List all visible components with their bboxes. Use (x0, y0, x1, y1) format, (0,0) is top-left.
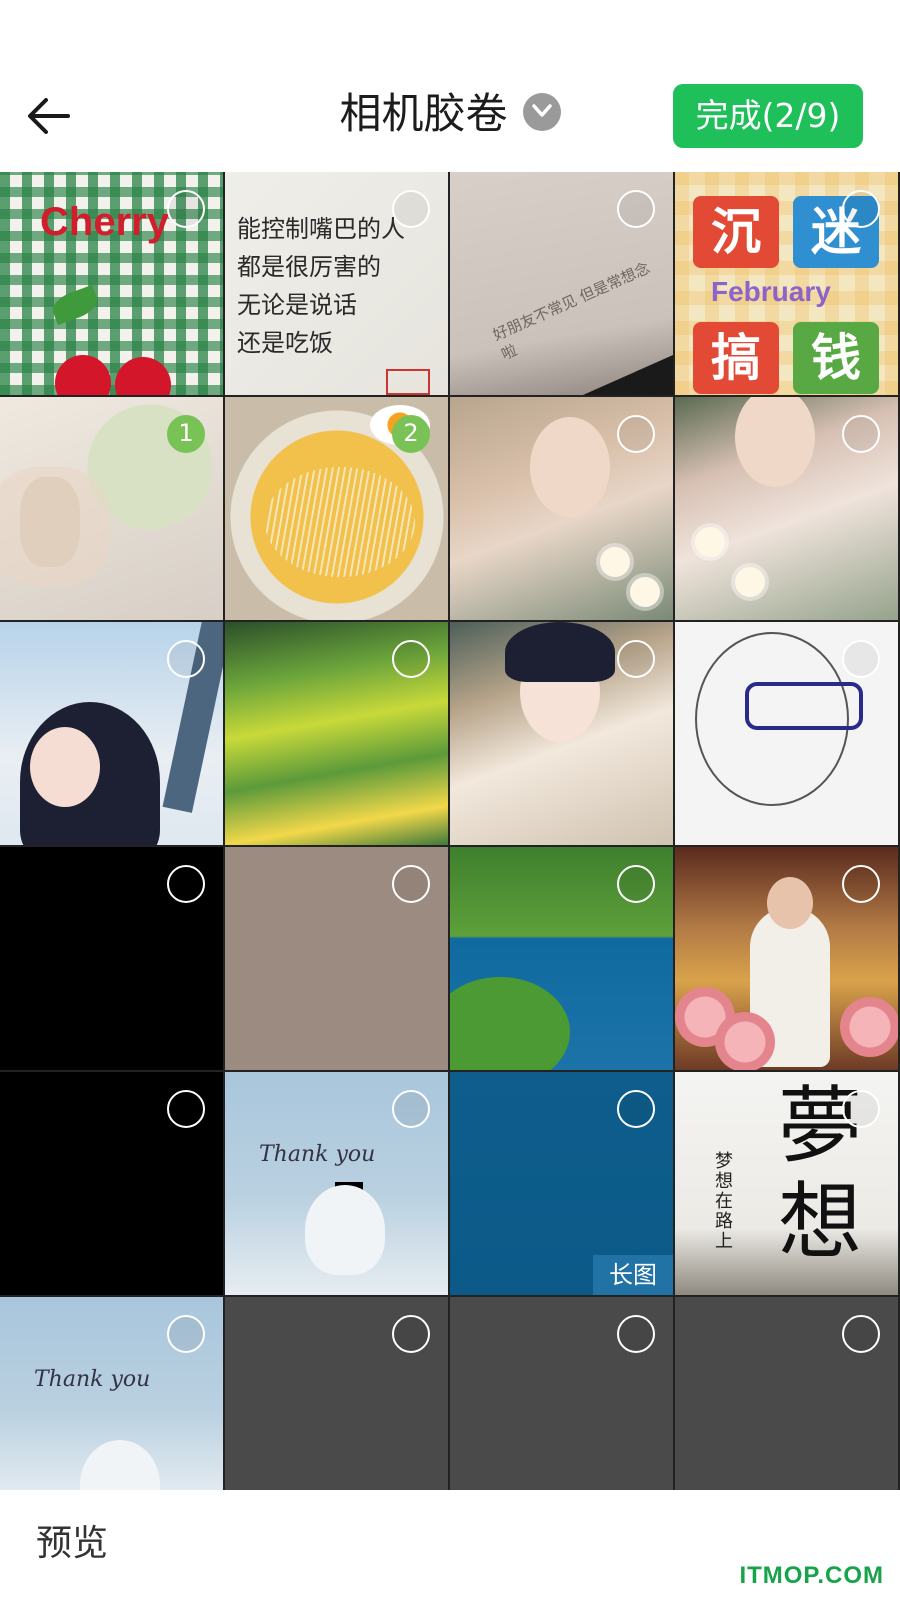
select-circle-icon[interactable] (842, 1090, 880, 1128)
bottom-bar: 预览 ITMOP.COM (0, 1490, 900, 1600)
select-circle-icon[interactable] (167, 1315, 205, 1353)
select-circle-icon[interactable] (167, 640, 205, 678)
photo-thumbnail[interactable] (450, 1297, 673, 1490)
photo-thumbnail[interactable] (450, 622, 673, 845)
select-circle-icon[interactable] (617, 1315, 655, 1353)
select-circle-icon[interactable] (617, 190, 655, 228)
done-button[interactable]: 完成(2/9) (673, 84, 863, 148)
album-title[interactable]: 相机胶卷 (339, 86, 507, 142)
select-circle-icon[interactable] (617, 640, 655, 678)
photo-thumbnail[interactable] (450, 397, 673, 620)
thumbnail-caption: February (711, 276, 831, 307)
photo-thumbnail[interactable] (675, 1297, 898, 1490)
photo-thumbnail[interactable] (225, 1297, 448, 1490)
photo-thumbnail[interactable]: Cherry (0, 172, 223, 395)
select-circle-icon[interactable] (392, 1090, 430, 1128)
chevron-down-icon[interactable] (522, 93, 561, 131)
select-circle-icon[interactable] (167, 865, 205, 903)
select-circle-icon[interactable] (392, 640, 430, 678)
photo-thumbnail[interactable] (225, 622, 448, 845)
photo-thumbnail[interactable] (675, 397, 898, 620)
photo-thumbnail[interactable] (225, 847, 448, 1070)
long-image-badge: 长图 (593, 1255, 673, 1295)
selected-badge[interactable]: 1 (167, 415, 205, 453)
thumbnail-caption: Thank you (259, 1142, 376, 1167)
select-circle-icon[interactable] (842, 640, 880, 678)
photo-thumbnail[interactable] (0, 1072, 223, 1295)
selected-badge[interactable]: 2 (392, 415, 430, 453)
select-circle-icon[interactable] (617, 415, 655, 453)
select-circle-icon[interactable] (842, 190, 880, 228)
photo-thumbnail[interactable]: 夢想 梦想在路上 (675, 1072, 898, 1295)
photo-thumbnail[interactable]: 长图 (450, 1072, 673, 1295)
select-circle-icon[interactable] (392, 865, 430, 903)
thumbnail-caption: 能控制嘴巴的人 都是很厉害的 无论是说话 还是吃饭 (237, 215, 405, 357)
photo-thumbnail[interactable] (675, 847, 898, 1070)
select-circle-icon[interactable] (392, 190, 430, 228)
photo-grid: Cherry 能控制嘴巴的人 都是很厉害的 无论是说话 还是吃饭 好朋友不常见 … (0, 172, 900, 1490)
select-circle-icon[interactable] (392, 1315, 430, 1353)
photo-thumbnail[interactable]: 能控制嘴巴的人 都是很厉害的 无论是说话 还是吃饭 (225, 172, 448, 395)
photo-thumbnail[interactable] (0, 622, 223, 845)
photo-thumbnail[interactable] (675, 622, 898, 845)
select-circle-icon[interactable] (842, 415, 880, 453)
photo-thumbnail[interactable]: 1 (0, 397, 223, 620)
select-circle-icon[interactable] (842, 865, 880, 903)
select-circle-icon[interactable] (167, 190, 205, 228)
thumbnail-caption: Cherry (40, 200, 169, 244)
thumbnail-caption: 好朋友不常见 但是常想念啦 (490, 258, 653, 364)
select-circle-icon[interactable] (842, 1315, 880, 1353)
photo-thumbnail[interactable] (0, 847, 223, 1070)
photo-thumbnail[interactable]: 2 (225, 397, 448, 620)
top-bar: 相机胶卷 完成(2/9) (0, 0, 900, 170)
thumbnail-subcaption: 梦想在路上 (715, 1151, 733, 1252)
select-circle-icon[interactable] (617, 1090, 655, 1128)
photo-thumbnail[interactable]: 沉 迷 February 搞 钱 (675, 172, 898, 395)
thumbnail-caption: Thank you (34, 1367, 151, 1392)
photo-thumbnail[interactable]: Thank you (0, 1297, 223, 1490)
select-circle-icon[interactable] (617, 865, 655, 903)
watermark: ITMOP.COM (739, 1562, 884, 1589)
preview-button[interactable]: 预览 (36, 1514, 108, 1566)
photo-thumbnail[interactable]: Thank you (225, 1072, 448, 1295)
select-circle-icon[interactable] (167, 1090, 205, 1128)
photo-thumbnail[interactable]: 好朋友不常见 但是常想念啦 (450, 172, 673, 395)
photo-thumbnail[interactable] (450, 847, 673, 1070)
